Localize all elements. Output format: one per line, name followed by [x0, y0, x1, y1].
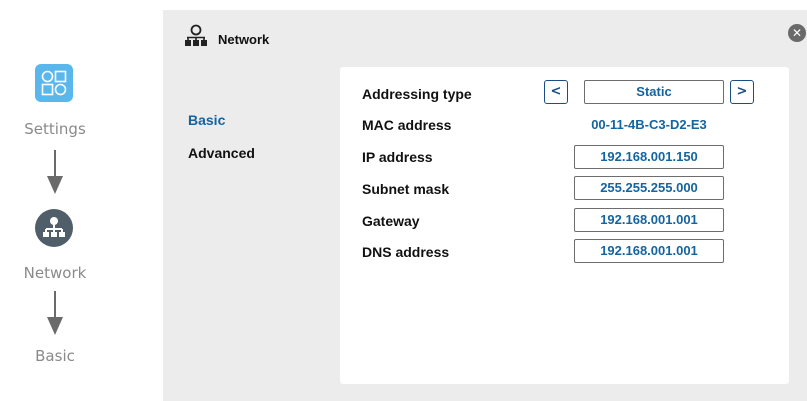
arrow-down-icon — [47, 291, 63, 335]
flow-step-settings-label[interactable]: Settings — [0, 120, 110, 138]
next-button[interactable]: > — [730, 80, 754, 104]
flow-step-network-label[interactable]: Network — [0, 264, 110, 282]
network-icon[interactable] — [35, 209, 73, 247]
gateway-field[interactable]: 192.168.001.001 — [574, 208, 724, 232]
addressing-type-value[interactable]: Static — [584, 80, 724, 104]
flow-step-basic-label[interactable]: Basic — [0, 347, 110, 365]
network-icon — [185, 24, 207, 46]
addressing-type-label: Addressing type — [362, 86, 472, 102]
prev-button[interactable]: < — [544, 80, 568, 104]
tab-advanced[interactable]: Advanced — [188, 145, 255, 161]
subnet-mask-label: Subnet mask — [362, 181, 450, 197]
gateway-label: Gateway — [362, 213, 420, 229]
tab-basic[interactable]: Basic — [188, 112, 225, 128]
page-title: Network — [218, 32, 270, 47]
dns-address-label: DNS address — [362, 244, 450, 260]
mac-address-label: MAC address — [362, 117, 452, 133]
ip-address-field[interactable]: 192.168.001.150 — [574, 145, 724, 169]
close-icon[interactable]: ✕ — [788, 24, 806, 42]
ip-address-label: IP address — [362, 149, 433, 165]
flow-breadcrumb: Settings Network Basic — [0, 0, 110, 401]
settings-grid-icon[interactable] — [35, 64, 73, 102]
mac-address-value: 00-11-4B-C3-D2-E3 — [591, 117, 707, 132]
arrow-down-icon — [47, 150, 63, 194]
subnet-mask-field[interactable]: 255.255.255.000 — [574, 176, 724, 200]
dns-address-field[interactable]: 192.168.001.001 — [574, 239, 724, 263]
